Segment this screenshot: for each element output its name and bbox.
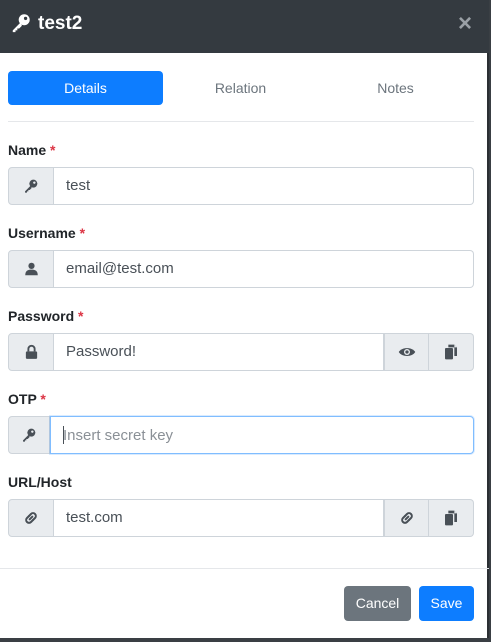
required-mark: * [78,308,84,324]
tabs-divider [8,121,474,122]
lock-icon [8,333,54,371]
password-label: Password * [8,308,84,324]
close-icon[interactable]: × [455,12,475,36]
otp-secret-input[interactable] [50,416,474,454]
username-field-group: email@test.com [8,250,474,288]
tab-bar: Details Relation Notes [8,71,474,105]
edit-entry-modal: test2 × Details Relation Notes Name * te… [0,0,489,638]
key-icon [10,12,32,34]
password-input[interactable]: Password! [54,333,384,371]
username-input[interactable]: email@test.com [54,250,474,288]
key-icon [8,416,50,454]
copy-password-button[interactable] [429,333,474,371]
link-icon [8,499,54,537]
copy-icon [444,344,458,360]
modal-header: test2 × [0,0,489,53]
tab-relation[interactable]: Relation [163,71,318,105]
cancel-button[interactable]: Cancel [344,586,411,621]
tab-details[interactable]: Details [8,71,163,105]
footer-divider [0,568,489,569]
name-field-group: test [8,167,474,205]
link-icon [399,510,415,526]
otp-field-group [8,416,474,454]
required-mark: * [40,391,46,407]
url-label: URL/Host [8,474,72,490]
modal-title: test2 [38,13,83,34]
save-button[interactable]: Save [419,586,474,621]
key-icon [8,167,54,205]
url-field-group: test.com [8,499,474,537]
otp-label: OTP * [8,391,46,407]
required-mark: * [50,142,56,158]
open-url-button[interactable] [384,499,429,537]
name-input[interactable]: test [54,167,474,205]
required-mark: * [79,225,86,241]
eye-icon [398,345,416,359]
show-password-button[interactable] [384,333,429,371]
name-label: Name * [8,142,56,158]
copy-icon [444,510,458,526]
password-field-group: Password! [8,333,474,371]
text-caret [63,426,64,444]
url-input[interactable]: test.com [54,499,384,537]
copy-url-button[interactable] [429,499,474,537]
user-icon [8,250,54,288]
tab-notes[interactable]: Notes [318,71,473,105]
username-label: Username * [8,225,86,241]
